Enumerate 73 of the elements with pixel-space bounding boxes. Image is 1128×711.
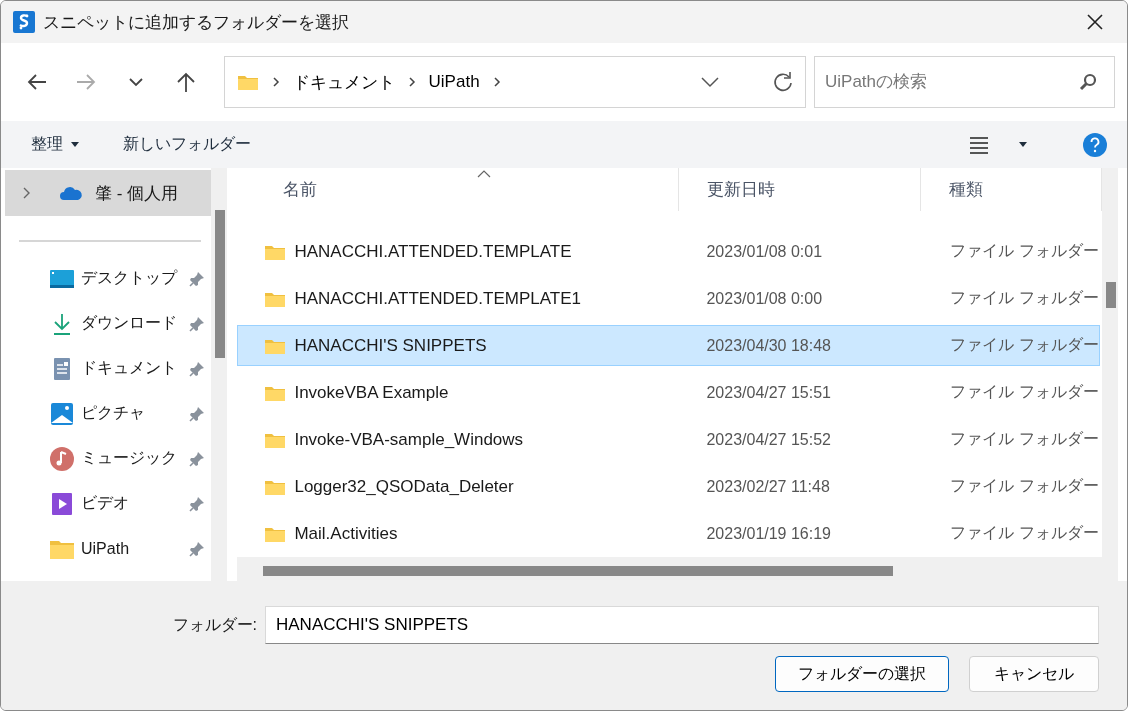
scrollbar[interactable] (210, 168, 227, 581)
list-view-icon (969, 135, 989, 154)
file-name: HANACCHI'S SNIPPETS (294, 335, 487, 356)
caret-down-icon (71, 142, 79, 147)
modified-date: 2023/04/27 15:51 (705, 383, 832, 402)
file-row[interactable]: HANACCHI'S SNIPPETS 2023/04/30 18:48 ファイル フォルダー (237, 325, 1100, 367)
sidebar-item[interactable]: ピクチャ (5, 391, 211, 436)
modified-date: 2023/04/30 18:48 (705, 336, 832, 355)
view-options-button[interactable] (969, 135, 1027, 154)
file-name: HANACCHI.ATTENDED.TEMPLATE (294, 241, 572, 262)
help-icon (1083, 132, 1107, 157)
file-name: Invoke-VBA-sample_Windows (294, 429, 524, 450)
cloud-icon (59, 185, 83, 201)
search-icon (1079, 73, 1097, 91)
chevron-right-icon (491, 76, 502, 88)
file-name: Logger32_QSOData_Deleter (294, 476, 514, 497)
chevron-right-icon (23, 187, 31, 199)
file-type: ファイル フォルダー (949, 288, 1099, 309)
file-type: ファイル フォルダー (949, 476, 1099, 497)
column-header[interactable]: 種類 (921, 168, 1102, 212)
file-name: HANACCHI.ATTENDED.TEMPLATE1 (294, 288, 581, 309)
file-row[interactable]: InvokeVBA Example 2023/04/27 15:51 ファイル フォルダー (237, 369, 1100, 417)
sidebar-item[interactable]: ドキュメント (5, 346, 211, 391)
file-row[interactable]: Invoke-VBA-sample_Windows 2023/04/27 15:52 ファイル フォルダー (237, 416, 1100, 464)
file-type: ファイル フォルダー (949, 382, 1099, 403)
file-row[interactable]: Mail.Activities 2023/01/19 16:19 ファイル フォルダー (237, 510, 1100, 558)
chevron-down-icon (701, 76, 719, 88)
search-field[interactable]: UiPathの検索 (814, 56, 1115, 108)
breadcrumb[interactable]: UiPath (428, 72, 480, 92)
file-type: ファイル フォルダー (949, 335, 1099, 356)
music-icon (49, 445, 75, 472)
folder-name-field[interactable]: HANACCHI'S SNIPPETS (265, 606, 1099, 644)
file-row[interactable]: HANACCHI.ATTENDED.TEMPLATE 2023/01/08 0:01 ファイル フォルダー (237, 228, 1100, 276)
sidebar-item[interactable]: ダウンロード (5, 301, 211, 346)
cancel-button[interactable]: キャンセル (969, 656, 1099, 692)
file-type: ファイル フォルダー (949, 523, 1099, 544)
modified-date: 2023/01/19 16:19 (705, 524, 832, 543)
modified-date: 2023/02/27 11:48 (705, 477, 831, 496)
file-name: InvokeVBA Example (294, 382, 449, 403)
scrollbar[interactable] (1101, 168, 1118, 581)
sidebar-item[interactable]: UiPath (5, 526, 211, 571)
sidebar-item[interactable]: 肇 - 個人用 (5, 170, 211, 216)
help-button[interactable] (1083, 132, 1107, 157)
file-type: ファイル フォルダー (949, 241, 1099, 262)
sort-ascending-icon (477, 170, 492, 178)
file-row[interactable]: HANACCHI.ATTENDED.TEMPLATE1 2023/01/08 0:00 ファイル フォルダー (237, 275, 1100, 323)
pictures-icon (49, 400, 75, 427)
modified-date: 2023/01/08 0:01 (705, 242, 824, 261)
modified-date: 2023/04/27 15:52 (705, 430, 832, 449)
file-row[interactable]: Logger32_QSOData_Deleter 2023/02/27 11:48 ファイル フォルダー (237, 463, 1100, 511)
file-name: Mail.Activities (294, 523, 398, 544)
address-bar[interactable]: ドキュメント UiPath (223, 56, 806, 108)
caret-down-icon (1019, 142, 1027, 147)
sidebar-item[interactable]: ビデオ (5, 481, 211, 526)
folder-icon (236, 73, 259, 91)
new-folder-button[interactable]: 新しいフォルダー (123, 134, 251, 155)
close-icon (1086, 13, 1104, 31)
refresh-icon (771, 71, 793, 93)
chevron-right-icon (406, 76, 417, 88)
sidebar-item[interactable]: デスクトップ (5, 256, 211, 301)
column-header[interactable]: 名前 (237, 168, 680, 212)
select-folder-button[interactable]: フォルダーの選択 (775, 656, 949, 692)
folder-label: フォルダー: (172, 614, 257, 635)
column-header[interactable]: 更新日時 (679, 168, 922, 212)
sidebar-item[interactable]: ミュージック (5, 436, 211, 481)
videos-icon (49, 490, 75, 517)
organize-menu[interactable]: 整理 (31, 134, 79, 155)
window-title: スニペットに追加するフォルダーを選択 (43, 11, 350, 34)
modified-date: 2023/01/08 0:00 (705, 289, 824, 308)
chevron-right-icon (270, 76, 281, 88)
app-icon (13, 11, 35, 33)
breadcrumb[interactable]: ドキュメント (292, 70, 395, 94)
file-type: ファイル フォルダー (949, 429, 1099, 450)
